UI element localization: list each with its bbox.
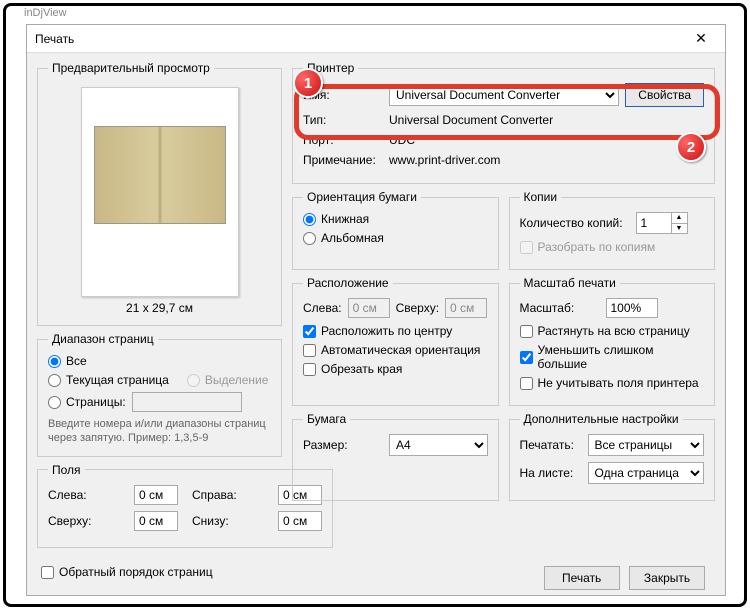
range-all-radio[interactable] <box>48 355 61 368</box>
margin-top-input[interactable] <box>134 511 178 531</box>
copies-input[interactable] <box>637 213 671 233</box>
printer-group: Принтер Имя: Universal Document Converte… <box>292 61 715 184</box>
position-group: Расположение Слева: Сверху: Расположить … <box>292 276 499 406</box>
shrink-checkbox[interactable] <box>520 351 533 364</box>
paper-group: Бумага Размер: A4 <box>292 412 499 501</box>
center-checkbox[interactable] <box>303 325 316 338</box>
print-dialog: Печать ✕ Предварительный просмотр 21 x 2… <box>26 24 726 596</box>
pos-top-label: Сверху: <box>396 301 439 315</box>
chevron-up-icon[interactable]: ▲ <box>672 213 687 224</box>
range-group: Диапазон страниц Все Текущая страница Вы… <box>37 332 282 457</box>
scale-label: Масштаб: <box>520 301 600 315</box>
close-button[interactable]: Закрыть <box>629 566 705 590</box>
paper-legend: Бумага <box>303 412 350 426</box>
extra-group: Дополнительные настройки Печатать: Все с… <box>509 412 716 501</box>
margin-bottom-input[interactable] <box>278 511 322 531</box>
dialog-title: Печать <box>35 32 685 46</box>
printer-note-value: www.print-driver.com <box>389 153 500 167</box>
extra-sheet-label: На листе: <box>520 466 582 480</box>
scale-group: Масштаб печати Масштаб: Растянуть на всю… <box>509 276 716 406</box>
margins-legend: Поля <box>48 463 85 477</box>
center-label: Расположить по центру <box>321 324 452 338</box>
orient-legend: Ориентация бумаги <box>303 190 421 204</box>
chevron-down-icon[interactable]: ▼ <box>672 224 687 234</box>
copies-group: Копии Количество копий: ▲▼ Разобрать по … <box>509 190 716 270</box>
printer-type-value: Universal Document Converter <box>389 113 553 127</box>
range-selection-radio <box>187 374 200 387</box>
paper-size-label: Размер: <box>303 438 383 452</box>
range-pages-radio[interactable] <box>48 396 61 409</box>
margin-left-input[interactable] <box>134 485 178 505</box>
orient-portrait-label: Книжная <box>321 212 369 226</box>
preview-caption: 21 x 29,7 см <box>48 301 271 315</box>
close-icon[interactable]: ✕ <box>685 27 717 51</box>
range-pages-input[interactable] <box>132 392 242 412</box>
printer-legend: Принтер <box>303 61 358 75</box>
extra-print-label: Печатать: <box>520 438 582 452</box>
pos-left-label: Слева: <box>303 301 342 315</box>
reverse-label: Обратный порядок страниц <box>59 565 213 579</box>
range-pages-label: Страницы: <box>66 395 126 409</box>
print-button[interactable]: Печать <box>544 566 620 590</box>
ignoremargins-label: Не учитывать поля принтера <box>538 376 699 390</box>
properties-button[interactable]: Свойства <box>625 83 704 107</box>
extra-sheet-select[interactable]: Одна страница <box>588 462 705 484</box>
crop-checkbox[interactable] <box>303 363 316 376</box>
reverse-checkbox[interactable] <box>41 566 54 579</box>
margin-top-label: Сверху: <box>48 514 128 528</box>
shrink-label: Уменьшить слишком большие <box>538 343 705 371</box>
app-title: inDjView <box>24 7 67 19</box>
position-legend: Расположение <box>303 276 393 290</box>
range-current-radio[interactable] <box>48 374 61 387</box>
printer-type-label: Тип: <box>303 113 383 127</box>
copies-spinner[interactable]: ▲▼ <box>636 212 688 234</box>
scale-legend: Масштаб печати <box>520 276 620 290</box>
printer-name-label: Имя: <box>303 88 383 102</box>
orient-group: Ориентация бумаги Книжная Альбомная <box>292 190 499 270</box>
preview-legend: Предварительный просмотр <box>48 61 214 75</box>
range-selection-label: Выделение <box>205 373 269 387</box>
fit-label: Растянуть на всю страницу <box>538 324 690 338</box>
pos-top-input[interactable] <box>445 298 487 318</box>
titlebar: Печать ✕ <box>27 25 725 53</box>
orient-landscape-label: Альбомная <box>321 231 384 245</box>
orient-landscape-radio[interactable] <box>303 232 316 245</box>
paper-size-select[interactable]: A4 <box>389 434 488 456</box>
preview-group: Предварительный просмотр 21 x 29,7 см <box>37 61 282 326</box>
scale-input[interactable] <box>606 298 658 318</box>
collate-checkbox <box>520 241 533 254</box>
copies-legend: Копии <box>520 190 562 204</box>
printer-port-label: Порт: <box>303 133 383 147</box>
printer-name-select[interactable]: Universal Document Converter <box>389 84 619 106</box>
range-hint: Введите номера и/или диапазоны страниц ч… <box>48 417 271 446</box>
orient-portrait-radio[interactable] <box>303 213 316 226</box>
fit-checkbox[interactable] <box>520 325 533 338</box>
printer-note-label: Примечание: <box>303 153 383 167</box>
margin-right-label: Справа: <box>192 488 272 502</box>
margin-bottom-label: Снизу: <box>192 514 272 528</box>
book-image <box>94 126 226 224</box>
autoorient-label: Автоматическая ориентация <box>321 343 480 357</box>
range-current-label: Текущая страница <box>66 373 169 387</box>
range-legend: Диапазон страниц <box>48 332 158 346</box>
extra-print-select[interactable]: Все страницы <box>588 434 705 456</box>
collate-label: Разобрать по копиям <box>538 240 656 254</box>
printer-port-value: UDC <box>389 133 415 147</box>
margins-group: Поля Слева: Справа: Сверху: Снизу: <box>37 463 333 548</box>
crop-label: Обрезать края <box>321 362 402 376</box>
copies-count-label: Количество копий: <box>520 216 630 230</box>
margin-left-label: Слева: <box>48 488 128 502</box>
range-all-label: Все <box>66 354 87 368</box>
extra-legend: Дополнительные настройки <box>520 412 683 426</box>
preview-thumbnail <box>81 87 239 297</box>
ignoremargins-checkbox[interactable] <box>520 377 533 390</box>
pos-left-input[interactable] <box>348 298 390 318</box>
autoorient-checkbox[interactable] <box>303 344 316 357</box>
